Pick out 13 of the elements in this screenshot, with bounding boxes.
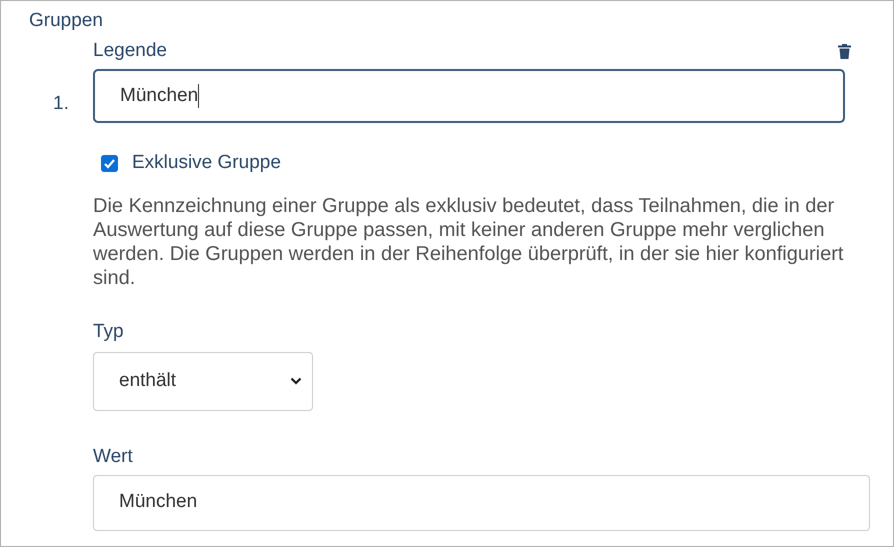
exclusive-checkbox[interactable] — [101, 154, 118, 172]
trash-icon[interactable] — [838, 44, 851, 59]
legend-field[interactable]: München — [93, 69, 845, 123]
value-label: Wert — [93, 444, 134, 468]
checkbox-label: Exklusive Gruppe — [132, 151, 281, 175]
type-label: Typ — [93, 320, 125, 344]
legend-label: Legende — [93, 39, 167, 63]
group-number: 1. — [53, 93, 69, 114]
value-field[interactable]: München — [93, 474, 870, 530]
section-title: Gruppen — [29, 9, 104, 33]
type-select[interactable]: enthält — [93, 352, 313, 410]
description-text: Die Kennzeichnung einer Gruppe als exklusiv bedeutet, dass Teilnahmen, die in der Auswertung auf diese Gruppe passen, mit keiner anderen Gruppe mehr verglichen werden. Die Gruppen werden in der Reihenfolge überprüft, in der sie hier konfiguriert sind. — [93, 194, 844, 290]
chevron-down-icon — [290, 377, 302, 385]
